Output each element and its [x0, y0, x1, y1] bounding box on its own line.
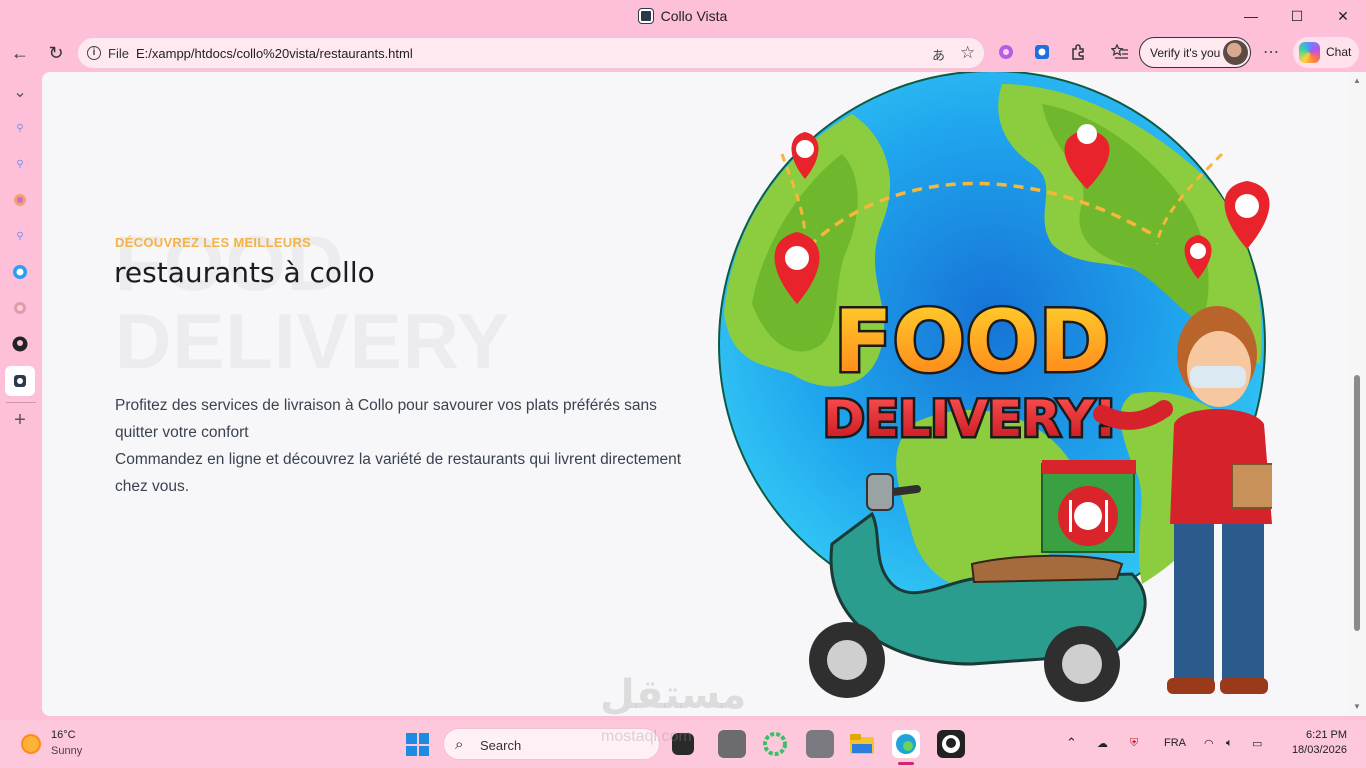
browser-toolbar: ← ↻ i File E:/xampp/htdocs/collo%20vista… [0, 34, 1366, 70]
weather-description: Sunny [51, 745, 83, 757]
sidebar-divider [6, 402, 36, 403]
system-clock[interactable]: 6:21 PM 18/03/2026 [1280, 728, 1347, 758]
sunny-weather-icon [21, 734, 41, 754]
site-info-icon[interactable]: i [87, 46, 101, 60]
section-eyebrow: DÉCOUVREZ LES MEILLEURS [115, 235, 312, 250]
sidebar-app-icon[interactable] [6, 258, 34, 286]
translate-icon[interactable]: あ [932, 45, 945, 64]
watermark-arabic: مستقل [600, 672, 747, 718]
copilot-icon [1299, 42, 1320, 63]
search-label: Search [480, 738, 522, 753]
favorites-list-icon[interactable] [1110, 42, 1130, 62]
watermark-latin: mostaql.com [601, 728, 692, 745]
window-title-text: Collo Vista [660, 8, 728, 24]
sidebar-search-icon[interactable]: ⚲ [6, 222, 34, 250]
search-icon: ⌕ [455, 736, 464, 753]
delivery-box-icon [1041, 460, 1136, 553]
clock-time: 6:21 PM [1306, 729, 1347, 741]
copilot-chat-button[interactable]: Chat [1293, 37, 1359, 68]
favorite-star-icon[interactable]: ☆ [960, 43, 975, 63]
copilot-extension-icon[interactable] [996, 42, 1016, 62]
sidebar-app-icon[interactable] [6, 294, 34, 322]
illustration-title-food: FOOD [834, 292, 1110, 392]
security-shield-icon[interactable]: ⛨ [1130, 737, 1138, 750]
window-title: Collo Vista [0, 8, 1366, 24]
input-language[interactable]: FRA [1164, 737, 1186, 749]
file-explorer-icon[interactable] [848, 730, 876, 758]
taskbar-app-icon[interactable] [718, 730, 746, 758]
sidebar-github-icon[interactable] [6, 330, 34, 358]
battery-icon[interactable]: ▭ [1252, 737, 1262, 750]
verify-label: Verify it's you [1150, 46, 1221, 60]
weather-temperature: 16°C [51, 729, 76, 741]
active-app-indicator [898, 762, 914, 765]
sidebar-collo-vista-icon[interactable] [5, 366, 35, 396]
sidebar-search-icon[interactable]: ⚲ [6, 150, 34, 178]
intro-paragraph-line-2: Commandez en ligne et découvrez la varié… [115, 451, 682, 495]
food-delivery-illustration: FOOD DELIVERY! [718, 72, 1272, 702]
intro-paragraph-line-1: Profitez des services de livraison à Col… [115, 397, 657, 441]
scroll-up-arrow-icon[interactable]: ▲ [1353, 76, 1361, 85]
page-scrollbar[interactable]: ▲ ▼ [1348, 72, 1366, 716]
back-button[interactable]: ← [5, 38, 35, 68]
site-favicon-icon [638, 9, 653, 23]
extensions-puzzle-icon[interactable] [1068, 42, 1088, 62]
background-title-delivery: DELIVERY [115, 297, 511, 385]
page-heading: restaurants à collo [114, 256, 375, 289]
wifi-icon[interactable]: ◠ [1204, 737, 1214, 750]
title-bar: Collo Vista — ☐ ✕ [0, 0, 1366, 32]
sidebar-search-icon[interactable]: ⚲ [6, 114, 34, 142]
more-options-icon[interactable]: ⋯ [1261, 42, 1281, 62]
edge-browser-icon[interactable] [892, 730, 920, 758]
extension-gear-icon[interactable] [1032, 42, 1052, 62]
refresh-button[interactable]: ↻ [41, 38, 71, 68]
github-desktop-icon[interactable] [937, 730, 965, 758]
sidebar-add-icon[interactable]: + [6, 406, 34, 434]
illustration-title-delivery: DELIVERY! [823, 390, 1117, 448]
close-button[interactable]: ✕ [1320, 4, 1366, 28]
file-label: File [108, 46, 129, 61]
sidebar-collapse-icon[interactable]: ⌄ [6, 78, 34, 106]
taskbar-app-icon[interactable] [806, 730, 834, 758]
volume-icon[interactable]: 🔈︎ [1226, 737, 1233, 750]
address-bar[interactable]: i File E:/xampp/htdocs/collo%20vista/res… [77, 37, 985, 69]
show-hidden-icons-chevron-icon[interactable]: ⌃ [1066, 735, 1077, 751]
verify-profile-button[interactable]: Verify it's you [1139, 37, 1251, 68]
page-viewport: FOOD DELIVERY DÉCOUVREZ LES MEILLEURS re… [42, 72, 1348, 716]
sidebar-app-icon[interactable] [6, 186, 34, 214]
chat-label: Chat [1326, 45, 1352, 59]
intro-paragraph: Profitez des services de livraison à Col… [115, 392, 690, 500]
scroll-down-arrow-icon[interactable]: ▼ [1353, 702, 1361, 711]
scrollbar-thumb[interactable] [1354, 375, 1360, 631]
minimize-button[interactable]: — [1228, 4, 1274, 28]
profile-avatar [1223, 40, 1248, 65]
browser-sidebar: ⌄ ⚲ ⚲ ⚲ + [0, 72, 40, 718]
taskbar-app-ring-icon[interactable] [761, 730, 789, 758]
onedrive-cloud-icon[interactable]: ☁ [1097, 737, 1108, 750]
clock-date: 18/03/2026 [1291, 744, 1347, 756]
url-text[interactable]: E:/xampp/htdocs/collo%20vista/restaurant… [136, 46, 413, 61]
start-button-windows-icon[interactable] [406, 733, 429, 756]
maximize-button[interactable]: ☐ [1274, 4, 1320, 28]
